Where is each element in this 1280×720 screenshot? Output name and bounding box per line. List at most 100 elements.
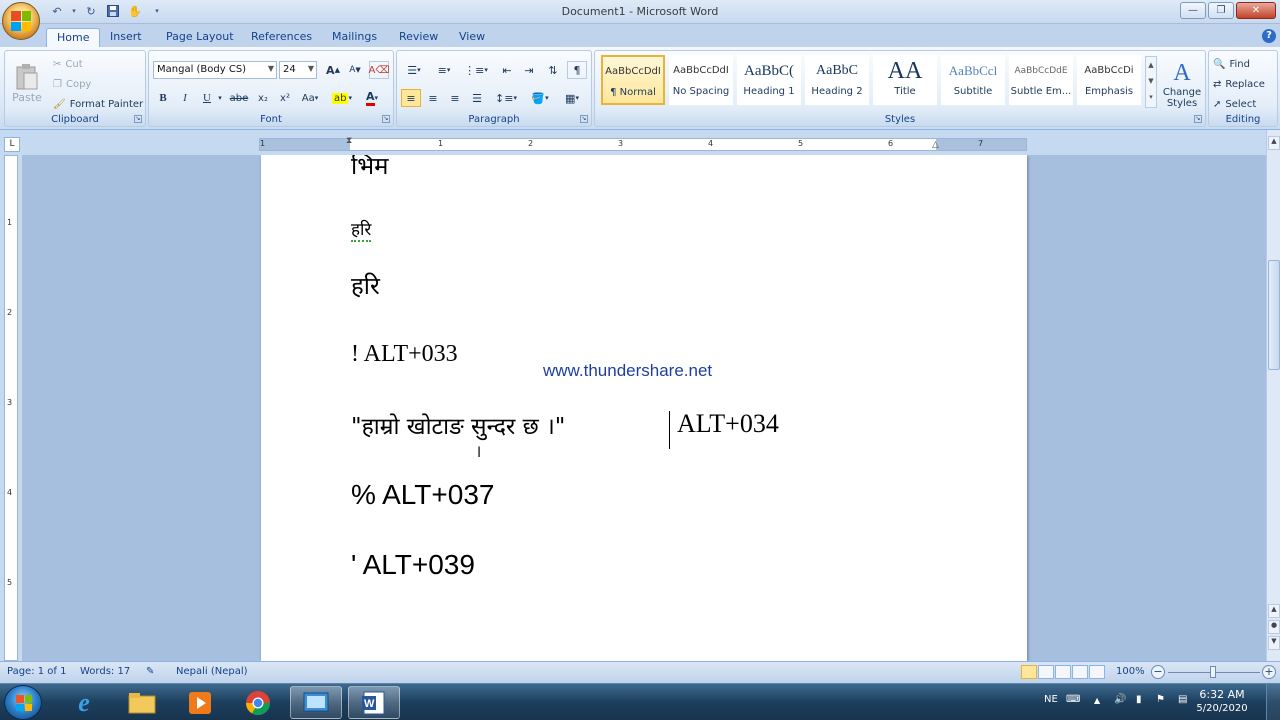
office-button[interactable]	[2, 2, 40, 40]
network-icon[interactable]: ▤	[1178, 694, 1187, 705]
zoom-slider-thumb[interactable]	[1210, 666, 1216, 678]
zoom-level[interactable]: 100%	[1116, 666, 1145, 677]
clock-date[interactable]: 5/20/2020	[1192, 703, 1252, 714]
font-name-combo[interactable]: Mangal (Body CS) ▼	[153, 61, 277, 79]
format-painter-button[interactable]: 🖌 Format Painter	[53, 95, 143, 113]
italic-button[interactable]: I	[175, 89, 195, 107]
doc-line-bhim[interactable]: भिम	[351, 155, 388, 182]
align-center-button[interactable]: ≡	[423, 89, 443, 107]
battery-icon[interactable]: ▮	[1136, 694, 1142, 705]
keyboard-icon[interactable]: ⌨	[1066, 694, 1080, 705]
doc-line-alt-034[interactable]: ALT+034	[677, 409, 779, 439]
underline-dropdown-icon[interactable]: ▾	[215, 89, 225, 107]
scrollbar-thumb[interactable]	[1268, 260, 1280, 370]
print-layout-view-button[interactable]	[1021, 665, 1037, 679]
full-screen-reading-view-button[interactable]	[1038, 665, 1054, 679]
strikethrough-button[interactable]: abe	[229, 89, 249, 107]
volume-icon[interactable]: 🔊	[1114, 694, 1126, 705]
action-center-icon[interactable]: ⚑	[1156, 694, 1165, 705]
align-right-button[interactable]: ≡	[445, 89, 465, 107]
show-desktop-button[interactable]	[1266, 684, 1280, 720]
doc-line-hari-large[interactable]: हरि	[351, 269, 380, 302]
cut-button[interactable]: ✂ Cut	[53, 55, 83, 73]
style-subtle-emphasis[interactable]: AaBbCcDdE Subtle Em...	[1009, 55, 1073, 105]
subscript-button[interactable]: x₂	[253, 89, 273, 107]
file-explorer-taskbar-button[interactable]	[116, 686, 168, 719]
change-styles-button[interactable]: A Change Styles	[1161, 55, 1203, 113]
screen-recorder-taskbar-button[interactable]	[290, 686, 342, 719]
paste-button[interactable]: Paste	[9, 55, 45, 111]
style-heading-1[interactable]: AaBbC( Heading 1	[737, 55, 801, 105]
zoom-in-button[interactable]: +	[1262, 665, 1276, 679]
borders-button[interactable]: ▦ ▾	[559, 89, 585, 107]
language-indicator[interactable]: Nepali (Nepal)	[176, 666, 248, 677]
doc-line-alt-033[interactable]: ! ALT+033	[351, 341, 458, 368]
tab-references[interactable]: References	[241, 28, 322, 47]
style-emphasis[interactable]: AaBbCcDi Emphasis	[1077, 55, 1141, 105]
minimize-button[interactable]: —	[1180, 2, 1206, 19]
tab-review[interactable]: Review	[389, 28, 448, 47]
start-button[interactable]	[4, 685, 42, 720]
justify-button[interactable]: ☰	[467, 89, 487, 107]
page-count[interactable]: Page: 1 of 1	[7, 666, 66, 677]
clear-formatting-button[interactable]: A⌫	[369, 61, 390, 79]
styles-launcher-icon[interactable]: ↘	[1194, 115, 1202, 123]
underline-button[interactable]: U	[197, 89, 217, 107]
indent-marker-icon[interactable]: ⧗	[346, 136, 352, 146]
outline-view-button[interactable]	[1072, 665, 1088, 679]
style-normal[interactable]: AaBbCcDdI ¶ Normal	[601, 55, 665, 105]
copy-button[interactable]: ❐ Copy	[53, 75, 91, 93]
restore-button[interactable]: ❐	[1208, 2, 1234, 19]
styles-gallery-scroll[interactable]: ▲ ▼ ▾	[1145, 56, 1157, 108]
select-button[interactable]: ➚ Select	[1213, 95, 1256, 113]
increase-indent-button[interactable]: ⇥	[519, 61, 539, 79]
clipboard-launcher-icon[interactable]: ↘	[134, 115, 142, 123]
grow-font-button[interactable]: A ▲	[323, 61, 343, 79]
doc-line-alt-037[interactable]: % ALT+037	[351, 479, 494, 511]
find-button[interactable]: 🔍 Find	[1213, 55, 1250, 73]
proofing-icon[interactable]: ✎	[146, 666, 154, 677]
document-page[interactable]: भिम हरि हरि ! ALT+033 www.thundershare.n…	[261, 155, 1027, 661]
line-spacing-button[interactable]: ↕≡ ▾	[493, 89, 519, 107]
word-count[interactable]: Words: 17	[80, 666, 130, 677]
scroll-down-button[interactable]: ▼	[1268, 636, 1280, 650]
internet-explorer-taskbar-button[interactable]: e	[58, 686, 110, 719]
font-size-combo[interactable]: 24 ▼	[279, 61, 317, 79]
style-title[interactable]: AA Title	[873, 55, 937, 105]
media-player-taskbar-button[interactable]	[174, 686, 226, 719]
numbering-button[interactable]: ≡ ▾	[431, 61, 457, 79]
style-heading-2[interactable]: AaBbC Heading 2	[805, 55, 869, 105]
align-left-button[interactable]: ≡	[401, 89, 421, 107]
tab-selector-button[interactable]: L	[4, 137, 20, 152]
decrease-indent-button[interactable]: ⇤	[497, 61, 517, 79]
horizontal-ruler[interactable]: 1 1 2 3 4 5 6 7 ⧗ △	[259, 136, 1027, 151]
show-hidden-icons-icon[interactable]: ▲	[1094, 696, 1100, 705]
multilevel-list-button[interactable]: ⋮≡ ▾	[463, 61, 489, 79]
tab-insert[interactable]: Insert	[100, 28, 152, 47]
vertical-scrollbar[interactable]: ▲ ▲ ● ▼	[1266, 130, 1280, 661]
show-hide-button[interactable]: ¶	[567, 61, 587, 79]
web-layout-view-button[interactable]	[1055, 665, 1071, 679]
tab-page-layout[interactable]: Page Layout	[156, 28, 244, 47]
change-case-button[interactable]: Aa ▾	[297, 89, 323, 107]
chrome-taskbar-button[interactable]	[232, 686, 284, 719]
doc-line-alt-039[interactable]: ' ALT+039	[351, 549, 475, 581]
bold-button[interactable]: B	[153, 89, 173, 107]
sort-button[interactable]: ⇅	[543, 61, 563, 79]
zoom-out-button[interactable]: −	[1151, 665, 1165, 679]
tab-view[interactable]: View	[449, 28, 495, 47]
browse-object-button[interactable]: ●	[1268, 620, 1280, 634]
paragraph-launcher-icon[interactable]: ↘	[580, 115, 588, 123]
input-language[interactable]: NE	[1044, 694, 1058, 705]
style-subtitle[interactable]: AaBbCcl Subtitle	[941, 55, 1005, 105]
shading-button[interactable]: 🪣 ▾	[527, 89, 553, 107]
clock-time[interactable]: 6:32 AM	[1192, 688, 1252, 701]
font-color-button[interactable]: A ▾	[359, 89, 385, 107]
close-button[interactable]: ✕	[1236, 2, 1276, 19]
right-indent-marker-icon[interactable]: △	[932, 140, 939, 150]
bullets-button[interactable]: ☰ ▾	[401, 61, 427, 79]
scroll-up-button[interactable]: ▲	[1268, 604, 1280, 618]
tab-home[interactable]: Home	[46, 28, 101, 47]
doc-line-hari-small[interactable]: हरि	[351, 217, 372, 242]
doc-line-quote[interactable]: "हाम्रो खोटाङ सुन्दर छ ।"	[351, 409, 565, 441]
